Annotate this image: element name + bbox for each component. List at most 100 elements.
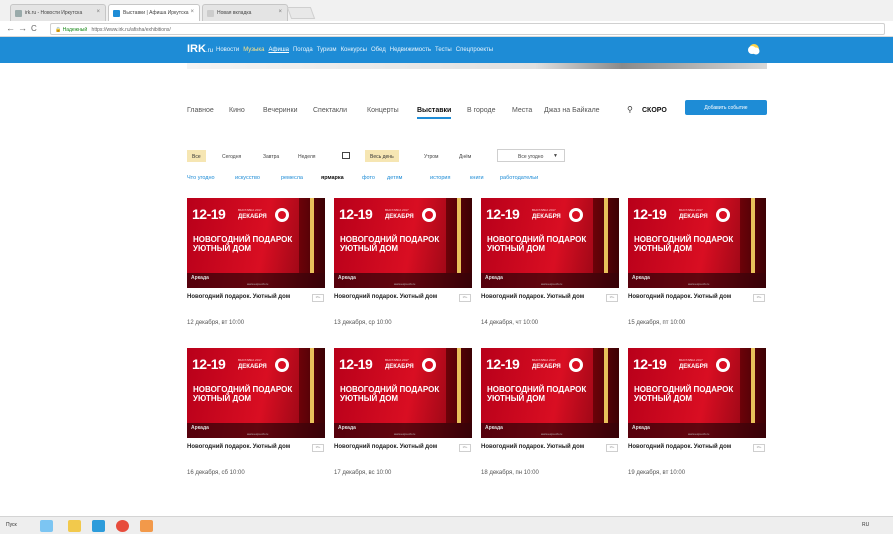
event-date: 16 декабря, сб 10:00	[187, 470, 245, 476]
chrome-icon[interactable]	[116, 520, 129, 532]
tag-link[interactable]: искусство	[235, 175, 260, 181]
topnav-item[interactable]: Туризм	[317, 47, 337, 53]
subnav-item[interactable]: В городе	[467, 107, 496, 114]
topnav-item[interactable]: Афиша	[268, 47, 289, 53]
event-title[interactable]: Новогодний подарок. Уютный дом	[628, 444, 746, 451]
subnav-item[interactable]: Джаз на Байкале	[544, 107, 600, 114]
age-badge: 15+	[606, 294, 618, 302]
add-event-button[interactable]: Добавить событие	[685, 100, 767, 115]
banner-org: Аркада	[191, 425, 209, 431]
site-logo[interactable]: IRK.ru	[187, 43, 213, 55]
event-date: 12 декабря, вт 10:00	[187, 320, 245, 326]
event-banner[interactable]: 12-19 ВЫСТАВКА 2017 ДЕКАБРЯ НОВОГОДНИЙ ПОДА…	[187, 348, 325, 438]
time-filter-button[interactable]: Днём	[454, 150, 476, 162]
banner-headline: НОВОГОДНИЙ ПОДАРОК УЮТНЫЙ ДОМ	[340, 385, 440, 403]
banner-logo-icon	[569, 208, 583, 222]
age-badge: 15+	[459, 294, 471, 302]
day-filter-button[interactable]: Неделя	[293, 150, 320, 162]
event-title[interactable]: Новогодний подарок. Уютный дом	[187, 444, 305, 451]
subnav-item[interactable]: Места	[512, 107, 532, 114]
banner-month: ДЕКАБРЯ	[532, 214, 561, 220]
topnav-item[interactable]: Новости	[216, 47, 239, 53]
weather-icon[interactable]	[746, 41, 762, 57]
tab-favicon	[207, 10, 214, 17]
event-banner[interactable]: 12-19 ВЫСТАВКА 2017 ДЕКАБРЯ НОВОГОДНИЙ ПОДА…	[481, 348, 619, 438]
gift-image	[299, 348, 325, 423]
language-indicator[interactable]: RU	[862, 522, 869, 528]
banner-logo-icon	[275, 358, 289, 372]
tag-link[interactable]: детям	[387, 175, 402, 181]
time-filter-button[interactable]: Утром	[419, 150, 443, 162]
topnav-item[interactable]: Спецпроекты	[456, 47, 493, 53]
event-banner[interactable]: 12-19 ВЫСТАВКА 2017 ДЕКАБРЯ НОВОГОДНИЙ ПОДА…	[481, 198, 619, 288]
app-icon[interactable]	[140, 520, 153, 532]
event-title[interactable]: Новогодний подарок. Уютный дом	[481, 444, 599, 451]
gift-image	[446, 198, 472, 273]
new-tab-button[interactable]	[286, 7, 316, 19]
forward-button[interactable]: →	[18, 23, 27, 33]
tag-link[interactable]: Что угодно	[187, 175, 215, 181]
subnav-item[interactable]: Концерты	[367, 107, 399, 114]
search-icon[interactable]: ⚲	[627, 105, 633, 114]
browser-tab-3[interactable]: Новая вкладка ×	[202, 4, 288, 21]
tag-link[interactable]: работодательи	[500, 175, 538, 181]
topnav-item[interactable]: Тесты	[435, 47, 452, 53]
media-icon[interactable]	[92, 520, 105, 532]
address-bar[interactable]: 🔒 Надежный https://www.irk.ru/afisha/exh…	[50, 23, 885, 35]
banner-logo-icon	[569, 358, 583, 372]
banner-month: ДЕКАБРЯ	[385, 364, 414, 370]
day-filter-button[interactable]: Все	[187, 150, 206, 162]
tab-label: irk.ru - Новости Иркутска	[25, 10, 83, 16]
topnav-item[interactable]: Погода	[293, 47, 313, 53]
event-banner[interactable]: 12-19 ВЫСТАВКА 2017 ДЕКАБРЯ НОВОГОДНИЙ ПОДА…	[187, 198, 325, 288]
topnav-item[interactable]: Конкурсы	[341, 47, 367, 53]
banner-sub: ВЫСТАВКА 2017	[532, 208, 556, 212]
subnav-item[interactable]: Главное	[187, 107, 214, 114]
ie-icon[interactable]	[40, 520, 53, 532]
folder-icon[interactable]	[68, 520, 81, 532]
afisha-subnav: ⚲ СКОРО Главное Кино Вечеринки Спектакли Кон…	[187, 103, 767, 123]
banner-month: ДЕКАБРЯ	[385, 214, 414, 220]
browser-tab-1[interactable]: irk.ru - Новости Иркутска ×	[10, 4, 106, 21]
reload-button[interactable]: C	[31, 24, 37, 33]
event-banner[interactable]: 12-19 ВЫСТАВКА 2017 ДЕКАБРЯ НОВОГОДНИЙ ПОДА…	[628, 198, 766, 288]
topnav-item[interactable]: Обед	[371, 47, 386, 53]
subnav-item[interactable]: Спектакли	[313, 107, 347, 114]
tag-link[interactable]: ярмарка	[321, 175, 344, 181]
banner-headline: НОВОГОДНИЙ ПОДАРОК УЮТНЫЙ ДОМ	[193, 385, 293, 403]
event-title[interactable]: Новогодний подарок. Уютный дом	[481, 294, 599, 301]
browser-tab-2[interactable]: Выставки | Афиша Иркутска ×	[108, 4, 200, 21]
topnav-item[interactable]: Недвижимость	[390, 47, 431, 53]
category-select[interactable]: Все угодно ▼	[497, 149, 565, 162]
event-title[interactable]: Новогодний подарок. Уютный дом	[334, 294, 452, 301]
tag-link[interactable]: история	[430, 175, 450, 181]
day-filter-button[interactable]: Сегодня	[217, 150, 246, 162]
close-icon[interactable]: ×	[96, 9, 100, 15]
banner-org: Аркада	[338, 275, 356, 281]
banner-dates: 12-19	[192, 206, 226, 222]
calendar-icon[interactable]	[342, 152, 350, 159]
event-title[interactable]: Новогодний подарок. Уютный дом	[628, 294, 746, 301]
day-filter-button[interactable]: Завтра	[258, 150, 284, 162]
event-banner[interactable]: 12-19 ВЫСТАВКА 2017 ДЕКАБРЯ НОВОГОДНИЙ ПОДА…	[334, 348, 472, 438]
subnav-item[interactable]: Вечеринки	[263, 107, 298, 114]
close-icon[interactable]: ×	[190, 9, 194, 15]
event-banner[interactable]: 12-19 ВЫСТАВКА 2017 ДЕКАБРЯ НОВОГОДНИЙ ПОДА…	[334, 198, 472, 288]
close-icon[interactable]: ×	[278, 9, 282, 15]
event-banner[interactable]: 12-19 ВЫСТАВКА 2017 ДЕКАБРЯ НОВОГОДНИЙ ПОДА…	[628, 348, 766, 438]
event-title[interactable]: Новогодний подарок. Уютный дом	[187, 294, 305, 301]
subnav-item[interactable]: Кино	[229, 107, 245, 114]
back-button[interactable]: ←	[6, 23, 15, 33]
tag-link[interactable]: книги	[470, 175, 484, 181]
time-filter-button[interactable]: Весь день	[365, 150, 399, 162]
tag-link[interactable]: фото	[362, 175, 375, 181]
browser-tabbar: irk.ru - Новости Иркутска × Выставки | А…	[0, 0, 893, 21]
event-date: 15 декабря, пт 10:00	[628, 320, 686, 326]
soon-link[interactable]: СКОРО	[642, 107, 667, 114]
subnav-item[interactable]: Выставки	[417, 107, 452, 119]
event-title[interactable]: Новогодний подарок. Уютный дом	[334, 444, 452, 451]
topnav-item[interactable]: Музыка	[243, 47, 264, 53]
tag-link[interactable]: ремесла	[281, 175, 303, 181]
banner-headline: НОВОГОДНИЙ ПОДАРОК УЮТНЫЙ ДОМ	[340, 235, 440, 253]
start-button[interactable]: Пуск	[6, 522, 17, 528]
